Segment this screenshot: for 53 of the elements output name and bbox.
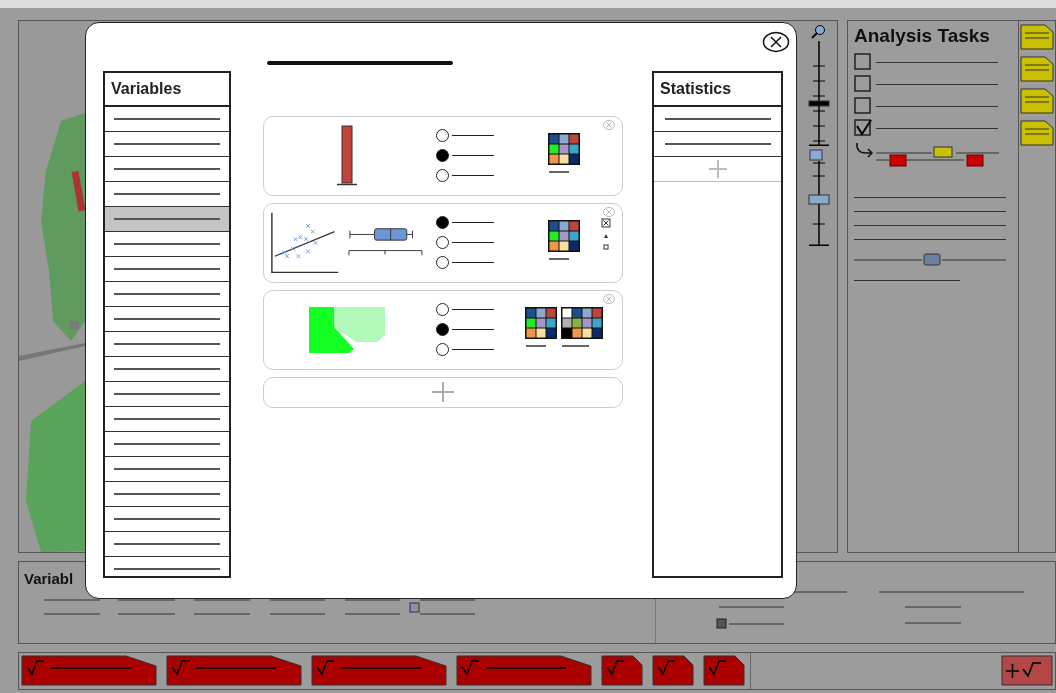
radio-button[interactable] [436,129,449,142]
workspace-tab[interactable] [21,655,158,687]
radio-button[interactable] [436,343,449,356]
workspace-tab[interactable] [652,655,695,687]
checkbox[interactable] [854,53,872,71]
placeholder-line [452,134,494,137]
color-palette-icon[interactable] [561,307,603,348]
zoom-slider[interactable] [808,161,830,246]
note-icon[interactable] [1020,120,1054,146]
radio-button[interactable] [436,169,449,182]
note-icon[interactable] [1020,56,1054,82]
panel-title: Variabl [24,570,74,587]
checkbox[interactable] [854,97,872,115]
panel-title: Analysis Tasks [854,25,991,47]
plus-icon [431,381,455,403]
zoom-icon[interactable] [811,25,825,39]
placeholder-line [452,241,494,244]
note-icon[interactable] [1020,88,1054,114]
tool-icons-drawing [601,217,611,252]
variable-row[interactable] [105,207,229,232]
workspace-tab[interactable] [456,655,593,687]
placeholder-line [452,154,494,157]
workspace-tab[interactable] [166,655,303,687]
radio-button[interactable] [436,303,449,316]
radio-button[interactable] [436,236,449,249]
zoom-slider[interactable] [808,41,830,146]
placeholder-line [452,348,494,351]
slider-thumb[interactable] [808,194,830,205]
layer-icon[interactable] [809,149,823,161]
color-palette-icon[interactable] [525,307,557,348]
workspace-tab[interactable] [311,655,448,687]
radio-button[interactable] [436,323,449,336]
radio-button[interactable] [436,149,449,162]
checkbox[interactable] [854,119,872,137]
slider-thumb[interactable] [808,100,830,107]
placeholder-line [452,174,494,177]
placeholder-line [452,308,494,311]
workspace-tab[interactable] [703,655,746,687]
radio-button[interactable] [436,216,449,229]
color-palette-icon[interactable] [548,220,580,261]
note-icon[interactable] [1020,24,1054,50]
bar-chart-icon [337,124,357,187]
workspace-tab[interactable] [601,655,644,687]
color-palette-icon[interactable] [548,133,580,174]
placeholder-line [452,328,494,331]
radio-button[interactable] [436,256,449,269]
workspace-tab[interactable] [1001,655,1053,687]
plus-icon [707,159,728,179]
placeholder-line [452,261,494,264]
close-button[interactable] [762,31,790,53]
checkbox[interactable] [854,75,872,93]
placeholder-line [452,221,494,224]
region-map-icon [309,306,385,353]
